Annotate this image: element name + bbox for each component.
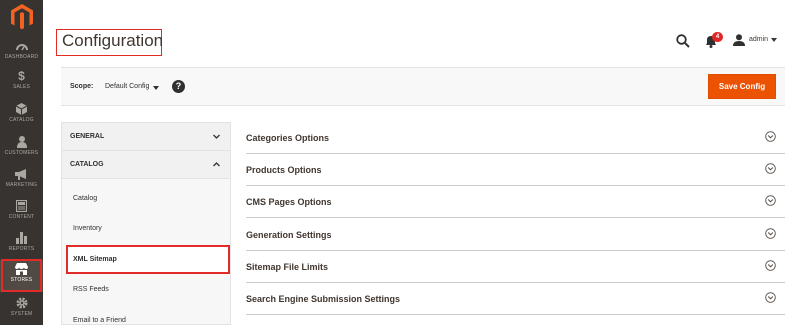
content-icon [0, 199, 43, 213]
page-title: Configuration [62, 31, 164, 50]
bar-chart-icon [0, 231, 43, 245]
tab-item-label: XML Sitemap [73, 256, 117, 263]
nav-label: CUSTOMERS [4, 150, 39, 156]
chevron-down-icon [213, 134, 220, 139]
nav-item-marketing[interactable]: MARKETING [0, 165, 43, 197]
gear-icon [0, 296, 43, 310]
section-title: Generation Settings [246, 230, 332, 240]
nav-label: SALES [12, 84, 31, 90]
user-icon[interactable] [733, 34, 745, 46]
section-title: CMS Pages Options [246, 197, 332, 207]
section-title: Products Options [246, 165, 322, 175]
megaphone-icon [0, 167, 43, 181]
nav-label: SYSTEM [10, 311, 33, 317]
customers-icon [0, 135, 43, 149]
tab-group-label: CATALOG [70, 161, 104, 168]
expand-toggle-icon[interactable] [765, 228, 776, 239]
dashboard-icon [0, 39, 43, 53]
tab-item-catalog[interactable]: Catalog [73, 195, 97, 202]
nav-label: CATALOG [9, 117, 34, 123]
tab-item-inventory[interactable]: Inventory [73, 225, 102, 232]
section-title: Sitemap File Limits [246, 262, 329, 272]
section-title: Search Engine Submission Settings [246, 294, 401, 304]
scope-switcher[interactable]: Default Config [105, 83, 149, 90]
magento-logo-icon[interactable] [10, 4, 34, 30]
tab-item-email-to-a-friend[interactable]: Email to a Friend [73, 317, 126, 324]
scope-label: Scope: [70, 83, 94, 90]
expand-toggle-icon[interactable] [765, 260, 776, 271]
section-categories-options[interactable]: Categories Options [246, 122, 785, 154]
save-config-button[interactable]: Save Config [708, 74, 776, 99]
nav-label: MARKETING [5, 182, 38, 188]
tab-group-label: GENERAL [70, 133, 105, 140]
expand-toggle-icon[interactable] [765, 131, 776, 142]
chevron-up-icon [213, 162, 220, 167]
stores-highlight-frame [1, 259, 42, 292]
nav-item-content[interactable]: CONTENT [0, 197, 43, 229]
section-cms-pages-options[interactable]: CMS Pages Options [246, 186, 785, 218]
nav-item-system[interactable]: SYSTEM [0, 294, 43, 325]
expand-toggle-icon[interactable] [765, 163, 776, 174]
nav-item-catalog[interactable]: CATALOG [0, 100, 43, 132]
nav-item-customers[interactable]: CUSTOMERS [0, 133, 43, 165]
cube-icon [0, 102, 43, 116]
nav-item-dashboard[interactable]: DASHBOARD [0, 37, 43, 69]
user-menu-label[interactable]: admin [749, 36, 768, 43]
chevron-down-icon[interactable] [771, 38, 777, 42]
expand-toggle-icon[interactable] [765, 195, 776, 206]
scope-toolbar [61, 67, 785, 106]
section-generation-settings[interactable]: Generation Settings [246, 219, 785, 251]
section-sitemap-file-limits[interactable]: Sitemap File Limits [246, 251, 785, 283]
search-icon[interactable] [676, 34, 690, 48]
expand-toggle-icon[interactable] [765, 292, 776, 303]
chevron-down-icon[interactable] [153, 86, 159, 90]
nav-item-reports[interactable]: REPORTS [0, 229, 43, 261]
section-title: Categories Options [246, 133, 330, 143]
section-search-engine-submission-settings[interactable]: Search Engine Submission Settings [246, 283, 785, 315]
nav-label: DASHBOARD [4, 54, 39, 60]
tab-group-catalog[interactable]: CATALOG [62, 151, 230, 179]
dollar-icon: $ [18, 69, 25, 83]
help-icon[interactable]: ? [172, 80, 185, 93]
nav-label: CONTENT [8, 214, 35, 220]
nav-label: REPORTS [8, 246, 35, 252]
notification-count-badge[interactable]: 4 [712, 32, 723, 42]
section-products-options[interactable]: Products Options [246, 154, 785, 186]
tab-item-rss-feeds[interactable]: RSS Feeds [73, 286, 109, 293]
tab-group-general[interactable]: GENERAL [62, 123, 230, 151]
nav-item-sales[interactable]: $ SALES [0, 67, 43, 99]
